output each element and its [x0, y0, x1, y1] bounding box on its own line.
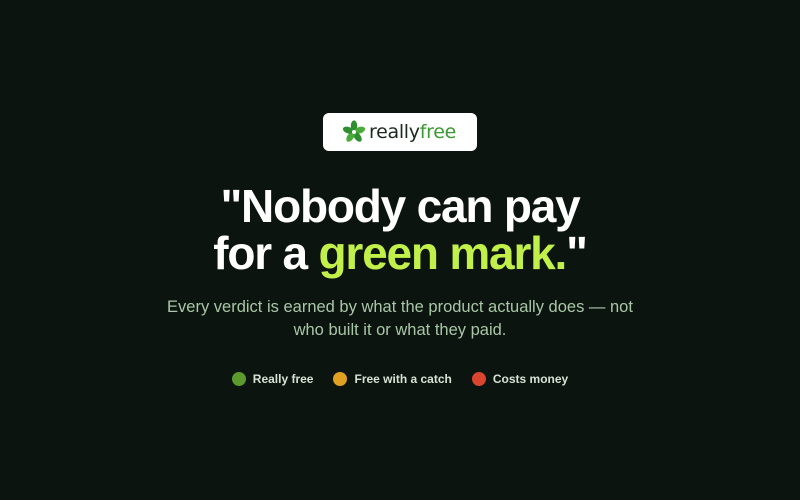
red-dot-icon: [471, 372, 486, 386]
green-dot-icon: [231, 372, 246, 386]
really-free-logo[interactable]: reallyfree: [323, 113, 477, 151]
legend-item-free-with-catch: Free with a catch: [333, 372, 452, 386]
legend-label: Really free: [252, 372, 314, 386]
logo-wordmark: reallyfree: [369, 120, 457, 143]
headline-line2-prefix: for a: [213, 227, 319, 279]
leaf-clover-icon: [342, 120, 366, 142]
logo-word-free: free: [419, 120, 457, 143]
headline-line2-suffix: ": [566, 227, 588, 279]
legend-label: Free with a catch: [354, 372, 452, 386]
amber-dot-icon: [333, 372, 348, 386]
legend-label: Costs money: [492, 372, 569, 386]
headline-line1: "Nobody can pay: [220, 180, 580, 232]
logo-word-really: really: [369, 120, 420, 143]
verdict-legend: Really free Free with a catch Costs mone…: [0, 370, 800, 388]
legend-item-costs-money: Costs money: [471, 372, 569, 386]
headline: "Nobody can pay for a green mark.": [0, 183, 800, 277]
subtitle: Every verdict is earned by what the prod…: [167, 298, 633, 339]
hero-section: reallyfree "Nobody can pay for a green m…: [0, 0, 800, 500]
headline-highlight: green mark.: [318, 227, 568, 279]
legend-item-really-free: Really free: [231, 372, 314, 386]
